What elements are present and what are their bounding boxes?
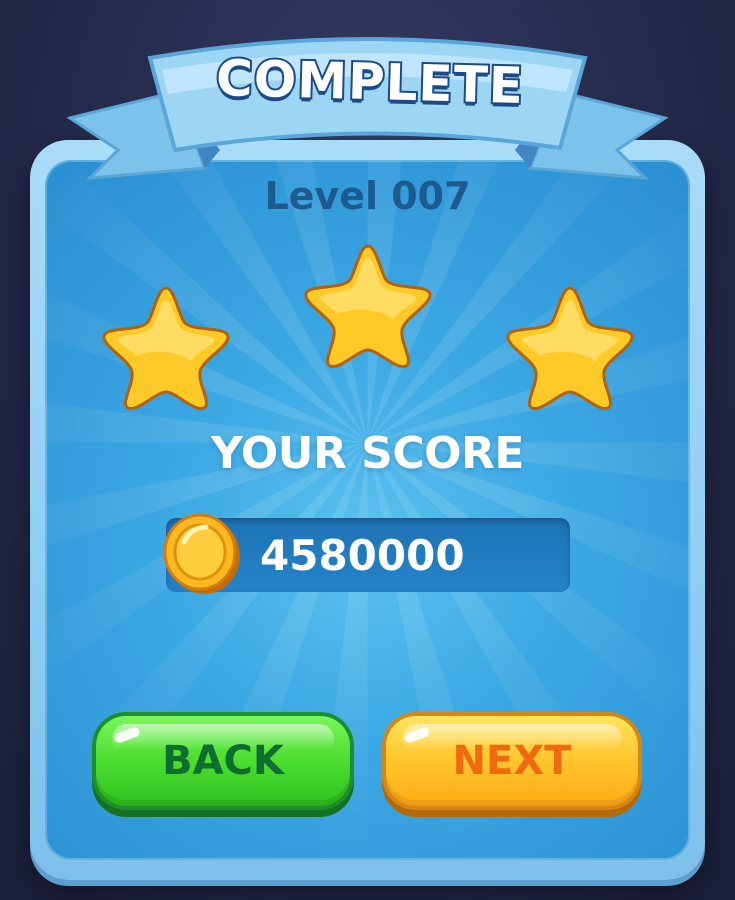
coin-icon — [160, 512, 244, 600]
star-icon — [298, 240, 438, 370]
next-button[interactable]: NEXT — [386, 716, 638, 806]
score-label: YOUR SCORE — [211, 428, 524, 479]
star-icon — [96, 282, 236, 412]
back-button[interactable]: BACK — [96, 716, 350, 806]
level-complete-screen: COMPLETE Level 007 YOUR SCORE 4580000 BA… — [0, 0, 735, 900]
complete-title: COMPLETE — [213, 47, 526, 117]
level-title: Level 007 — [264, 174, 471, 218]
next-button-label: NEXT — [452, 738, 572, 784]
star-icon — [500, 282, 640, 412]
score-value: 4580000 — [260, 531, 465, 580]
back-button-label: BACK — [162, 738, 284, 784]
